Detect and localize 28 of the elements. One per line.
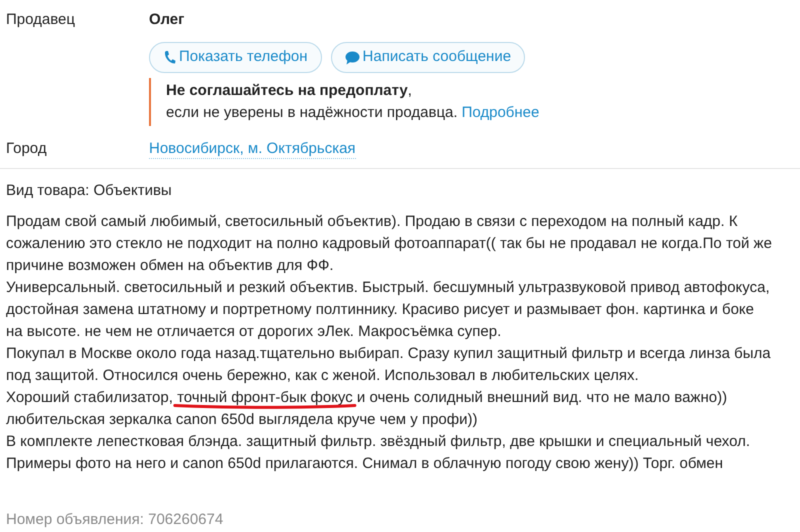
description-text: В комплекте лепестковая блэнда. защитный фильтр. звёздный фильтр, две крышки и специальный чехол. bbox=[6, 432, 750, 452]
show-phone-button[interactable]: Показать телефон bbox=[149, 42, 322, 73]
warning-text: если не уверены в надёжности продавца. bbox=[166, 103, 458, 123]
warning-title: Не соглашайтесь на предоплату bbox=[166, 81, 408, 101]
ad-number: Номер объявления: 706260674 bbox=[6, 510, 224, 530]
description-text: Продам свой самый любимый, светосильный объектив). Продаю в связи с переходом на полный кадр. К bbox=[6, 212, 738, 232]
description-text: сожалению это стекло не подходит на полно кадровый фотоаппарат(( так бы не продавал не когда.По той же bbox=[6, 234, 772, 254]
description-text: достойная замена штатному и портретному полтиннику. Красиво рисует и размывает фон. картинка и боке bbox=[6, 300, 754, 320]
description-text: и очень солидный внешний вид. что не мало важно)) bbox=[356, 388, 728, 408]
description-text: Покупал в Москве около года назад.тщательно выбирап. Сразу купил защитный фильтр и всегда линза была bbox=[6, 344, 771, 364]
description-text: на высоте. не чем не отличается от дорогих эЛек. Макросъёмка супер. bbox=[6, 322, 502, 342]
message-button[interactable]: Написать сообщение bbox=[330, 42, 526, 73]
field-label: Город bbox=[6, 139, 48, 159]
description-text: Примеры фото на него и canon 650d прилагаются. Снимал в облачную погоду свою жену)) Торг. обмен bbox=[6, 454, 724, 474]
category-text: Вид товара: Объективы bbox=[6, 181, 172, 201]
comma-text: , bbox=[408, 81, 412, 101]
description-text: Универсальный. светосильный и резкий объектив. Быстрый. бесшумный ультразвуковой привод автофокуса, bbox=[6, 278, 770, 298]
more-link[interactable]: Подробнее bbox=[462, 102, 540, 124]
description-text: любительская зеркалка canon 650d выглядела круче чем у профи)) bbox=[6, 410, 478, 430]
speech-bubble-icon bbox=[344, 50, 360, 64]
phone-icon bbox=[163, 50, 176, 65]
city-link[interactable]: Новосибирск, м. Октябрьская bbox=[149, 138, 356, 159]
seller-name: Олег bbox=[149, 10, 186, 30]
description-text: Хороший стабилизатор, bbox=[6, 388, 174, 408]
field-label: Продавец bbox=[6, 10, 76, 30]
description-text: под защитой. Относился очень бережно, как с женой. Использовал в любительских целях. bbox=[6, 366, 639, 386]
description-text: причине возможен обмен на объектив для ФФ. bbox=[6, 256, 334, 276]
description-text: точный фронт-бык фокус bbox=[177, 389, 353, 406]
